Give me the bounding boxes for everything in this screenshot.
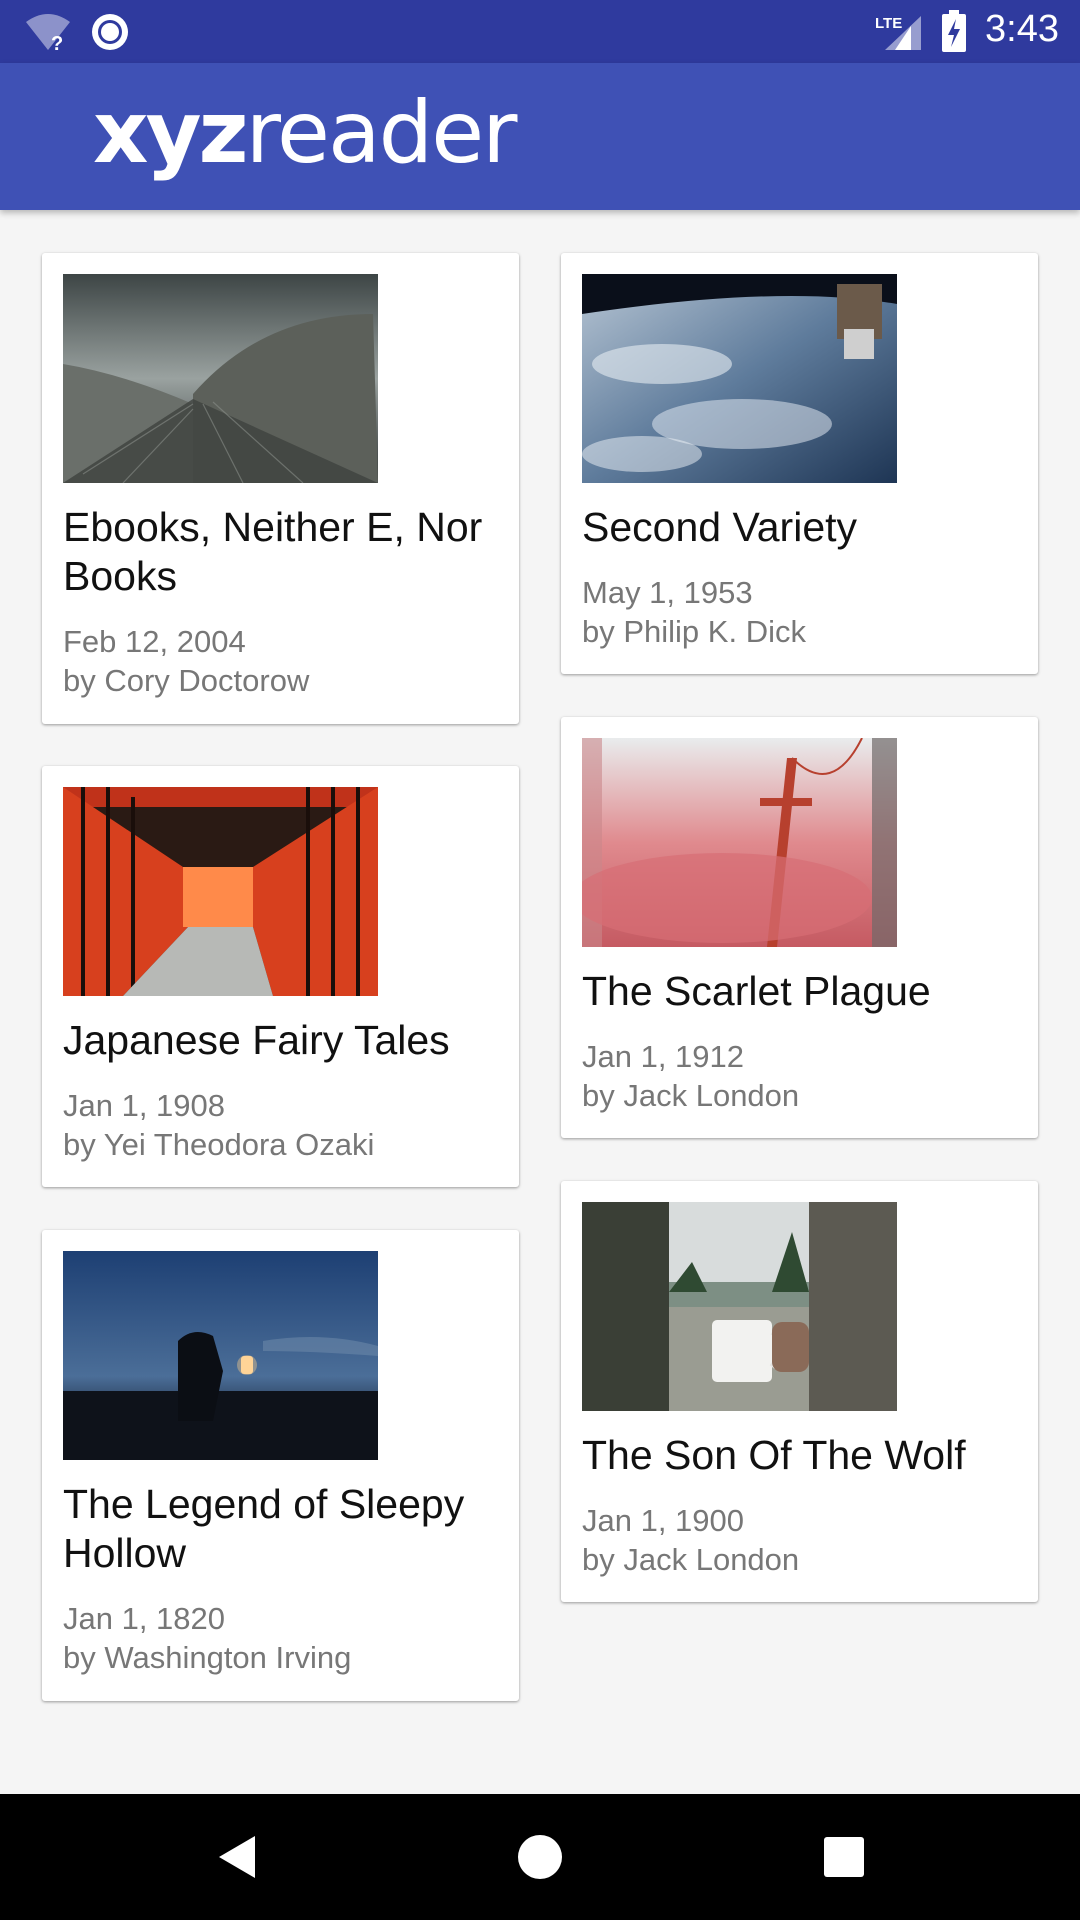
article-thumbnail — [63, 1251, 378, 1460]
article-author: by Philip K. Dick — [582, 614, 806, 649]
article-thumbnail — [63, 787, 378, 996]
article-date: Jan 1, 1820 — [63, 1601, 226, 1636]
article-card[interactable]: Second Variety May 1, 1953 by Philip K. … — [561, 253, 1038, 674]
network-label: LTE — [875, 15, 902, 32]
article-date: Jan 1, 1912 — [582, 1039, 745, 1074]
article-date: Jan 1, 1908 — [63, 1088, 226, 1123]
article-title: Japanese Fairy Tales — [63, 1017, 450, 1063]
article-card[interactable]: The Scarlet Plague Jan 1, 1912 by Jack L… — [561, 717, 1038, 1138]
svg-text:?: ? — [51, 33, 63, 52]
status-bar: ? LTE 3:43 — [0, 0, 1080, 63]
app-logo: xyz reader — [93, 83, 518, 183]
article-thumbnail — [63, 274, 378, 483]
wifi-unknown-icon: ? — [24, 12, 72, 55]
article-author: by Cory Doctorow — [63, 663, 310, 698]
article-card[interactable]: Japanese Fairy Tales Jan 1, 1908 by Yei … — [42, 766, 519, 1187]
article-author: by Jack London — [582, 1078, 800, 1113]
article-date: Feb 12, 2004 — [63, 624, 246, 659]
article-card[interactable]: The Legend of Sleepy Hollow Jan 1, 1820 … — [42, 1230, 519, 1701]
article-title: The Son Of The Wolf — [582, 1432, 966, 1478]
app-bar: xyz reader — [0, 63, 1080, 210]
article-thumbnail — [582, 1202, 897, 1411]
article-card[interactable]: The Son Of The Wolf Jan 1, 1900 by Jack … — [561, 1181, 1038, 1602]
article-title: The Legend of Sleepy Hollow — [63, 1481, 465, 1576]
battery-charging-icon — [940, 10, 968, 52]
article-title: Ebooks, Neither E, Nor Books — [63, 504, 483, 599]
status-time: 3:43 — [985, 8, 1059, 50]
back-icon[interactable] — [203, 1824, 269, 1890]
article-title: The Scarlet Plague — [582, 968, 931, 1014]
article-title: Second Variety — [582, 504, 858, 550]
signal-icon: LTE — [873, 12, 923, 52]
system-navigation-bar — [0, 1794, 1080, 1920]
article-author: by Washington Irving — [63, 1640, 352, 1675]
article-date: May 1, 1953 — [582, 575, 753, 610]
article-thumbnail — [582, 274, 897, 483]
article-thumbnail — [582, 738, 897, 947]
home-icon[interactable] — [507, 1824, 573, 1890]
article-card[interactable]: Ebooks, Neither E, Nor Books Feb 12, 200… — [42, 253, 519, 724]
sync-icon — [90, 12, 130, 52]
logo-bold-text: xyz — [93, 83, 249, 183]
recents-icon[interactable] — [811, 1824, 877, 1890]
article-date: Jan 1, 1900 — [582, 1503, 745, 1538]
article-author: by Jack London — [582, 1542, 800, 1577]
logo-light-text: reader — [245, 83, 518, 183]
article-author: by Yei Theodora Ozaki — [63, 1127, 375, 1162]
